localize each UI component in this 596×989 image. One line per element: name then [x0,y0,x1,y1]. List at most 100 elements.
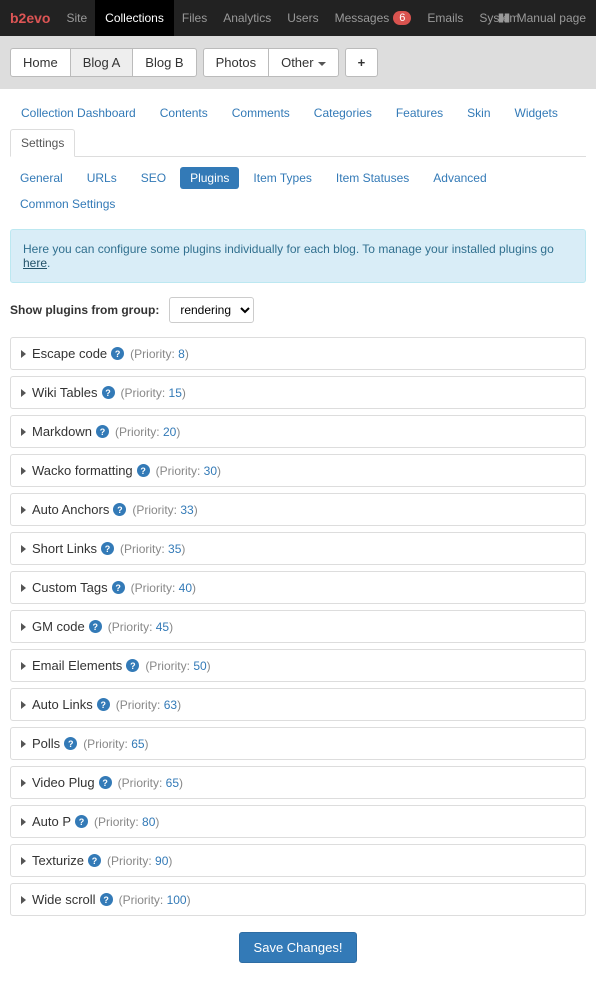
plugin-name: Texturize [32,853,84,868]
top-nav: b2evo Site Collections Files Analytics Users… [0,0,596,36]
pill-plugins[interactable]: Plugins [180,167,239,189]
tab-settings[interactable]: Settings [10,129,75,157]
help-icon[interactable]: ? [89,620,102,633]
plugin-header-auto-p[interactable]: Auto P?(Priority: 80) [11,806,585,837]
plugin-header-escape-code[interactable]: Escape code?(Priority: 8) [11,338,585,369]
pill-general[interactable]: General [10,167,73,189]
help-icon[interactable]: ? [96,425,109,438]
add-collection-button[interactable]: + [345,48,379,77]
help-icon[interactable]: ? [112,581,125,594]
collection-tabs-bar: HomeBlog ABlog B PhotosOther + [0,36,596,89]
plugin-header-email-elements[interactable]: Email Elements?(Priority: 50) [11,650,585,681]
book-icon [498,12,510,24]
plugin-name: Wide scroll [32,892,96,907]
pill-item-statuses[interactable]: Item Statuses [326,167,419,189]
plugin-panel: Custom Tags?(Priority: 40) [10,571,586,604]
pill-advanced[interactable]: Advanced [423,167,496,189]
content-area: Collection DashboardContentsCommentsCate… [0,89,596,989]
plugin-header-video-plug[interactable]: Video Plug?(Priority: 65) [11,767,585,798]
nav-files[interactable]: Files [182,0,207,36]
plugin-panel: Polls?(Priority: 65) [10,727,586,760]
help-icon[interactable]: ? [102,386,115,399]
brand-logo[interactable]: b2evo [10,10,50,26]
help-icon[interactable]: ? [126,659,139,672]
filter-row: Show plugins from group: rendering [10,297,586,323]
caret-right-icon [21,701,26,709]
coll-tab-photos[interactable]: Photos [203,48,269,77]
nav-users[interactable]: Users [287,0,318,36]
help-icon[interactable]: ? [111,347,124,360]
nav-messages[interactable]: Messages6 [335,0,412,36]
help-icon[interactable]: ? [75,815,88,828]
pill-item-types[interactable]: Item Types [243,167,321,189]
group-select[interactable]: rendering [169,297,254,323]
plugin-priority: (Priority: 65) [83,737,148,751]
plugin-header-short-links[interactable]: Short Links?(Priority: 35) [11,533,585,564]
coll-tab-blog-a[interactable]: Blog A [70,48,134,77]
plugin-header-auto-anchors[interactable]: Auto Anchors?(Priority: 33) [11,494,585,525]
caret-right-icon [21,779,26,787]
help-icon[interactable]: ? [113,503,126,516]
pill-common-settings[interactable]: Common Settings [10,193,125,215]
help-icon[interactable]: ? [88,854,101,867]
help-icon[interactable]: ? [100,893,113,906]
messages-badge: 6 [393,11,411,25]
nav-emails[interactable]: Emails [427,0,463,36]
tab-widgets[interactable]: Widgets [504,99,569,127]
help-icon[interactable]: ? [101,542,114,555]
plugin-priority: (Priority: 50) [145,659,210,673]
plugin-header-gm-code[interactable]: GM code?(Priority: 45) [11,611,585,642]
help-icon[interactable]: ? [97,698,110,711]
plugin-header-wide-scroll[interactable]: Wide scroll?(Priority: 100) [11,884,585,915]
coll-tab-blog-b[interactable]: Blog B [132,48,196,77]
coll-tab-home[interactable]: Home [10,48,71,77]
pill-urls[interactable]: URLs [77,167,127,189]
nav-collections[interactable]: Collections [95,0,174,36]
help-icon[interactable]: ? [99,776,112,789]
caret-right-icon [21,818,26,826]
plugin-panel: Wiki Tables?(Priority: 15) [10,376,586,409]
coll-tab-other[interactable]: Other [268,48,339,77]
chevron-down-icon [318,62,326,66]
nav-analytics[interactable]: Analytics [223,0,271,36]
plugin-panel: Markdown?(Priority: 20) [10,415,586,448]
tab-collection-dashboard[interactable]: Collection Dashboard [10,99,147,127]
caret-right-icon [21,428,26,436]
tab-comments[interactable]: Comments [221,99,301,127]
manual-page-link[interactable]: Manual page [498,11,586,25]
caret-right-icon [21,623,26,631]
tab-contents[interactable]: Contents [149,99,219,127]
plugin-priority: (Priority: 65) [118,776,183,790]
plugin-header-custom-tags[interactable]: Custom Tags?(Priority: 40) [11,572,585,603]
caret-right-icon [21,584,26,592]
save-button[interactable]: Save Changes! [239,932,358,963]
tab-skin[interactable]: Skin [456,99,501,127]
tab-features[interactable]: Features [385,99,454,127]
help-icon[interactable]: ? [137,464,150,477]
caret-right-icon [21,389,26,397]
tab-categories[interactable]: Categories [303,99,383,127]
plugin-priority: (Priority: 35) [120,542,185,556]
plugin-header-wiki-tables[interactable]: Wiki Tables?(Priority: 15) [11,377,585,408]
caret-right-icon [21,467,26,475]
plugin-priority: (Priority: 8) [130,347,189,361]
settings-pills: GeneralURLsSEOPluginsItem TypesItem Stat… [10,167,586,215]
plugin-priority: (Priority: 90) [107,854,172,868]
plugin-header-markdown[interactable]: Markdown?(Priority: 20) [11,416,585,447]
plugin-priority: (Priority: 40) [131,581,196,595]
plugin-header-polls[interactable]: Polls?(Priority: 65) [11,728,585,759]
caret-right-icon [21,857,26,865]
plugin-header-wacko-formatting[interactable]: Wacko formatting?(Priority: 30) [11,455,585,486]
plugin-priority: (Priority: 80) [94,815,159,829]
nav-site[interactable]: Site [66,0,87,36]
plugin-header-texturize[interactable]: Texturize? (Priority: 90) [11,845,585,876]
plugin-name: Auto Links [32,697,93,712]
plugin-panel: Short Links?(Priority: 35) [10,532,586,565]
pill-seo[interactable]: SEO [131,167,176,189]
plugin-panel: Wacko formatting?(Priority: 30) [10,454,586,487]
plugins-manage-link[interactable]: here [23,256,47,270]
plugin-panel: Auto P?(Priority: 80) [10,805,586,838]
help-icon[interactable]: ? [64,737,77,750]
plugin-header-auto-links[interactable]: Auto Links?(Priority: 63) [11,689,585,720]
plugin-priority: (Priority: 33) [132,503,197,517]
